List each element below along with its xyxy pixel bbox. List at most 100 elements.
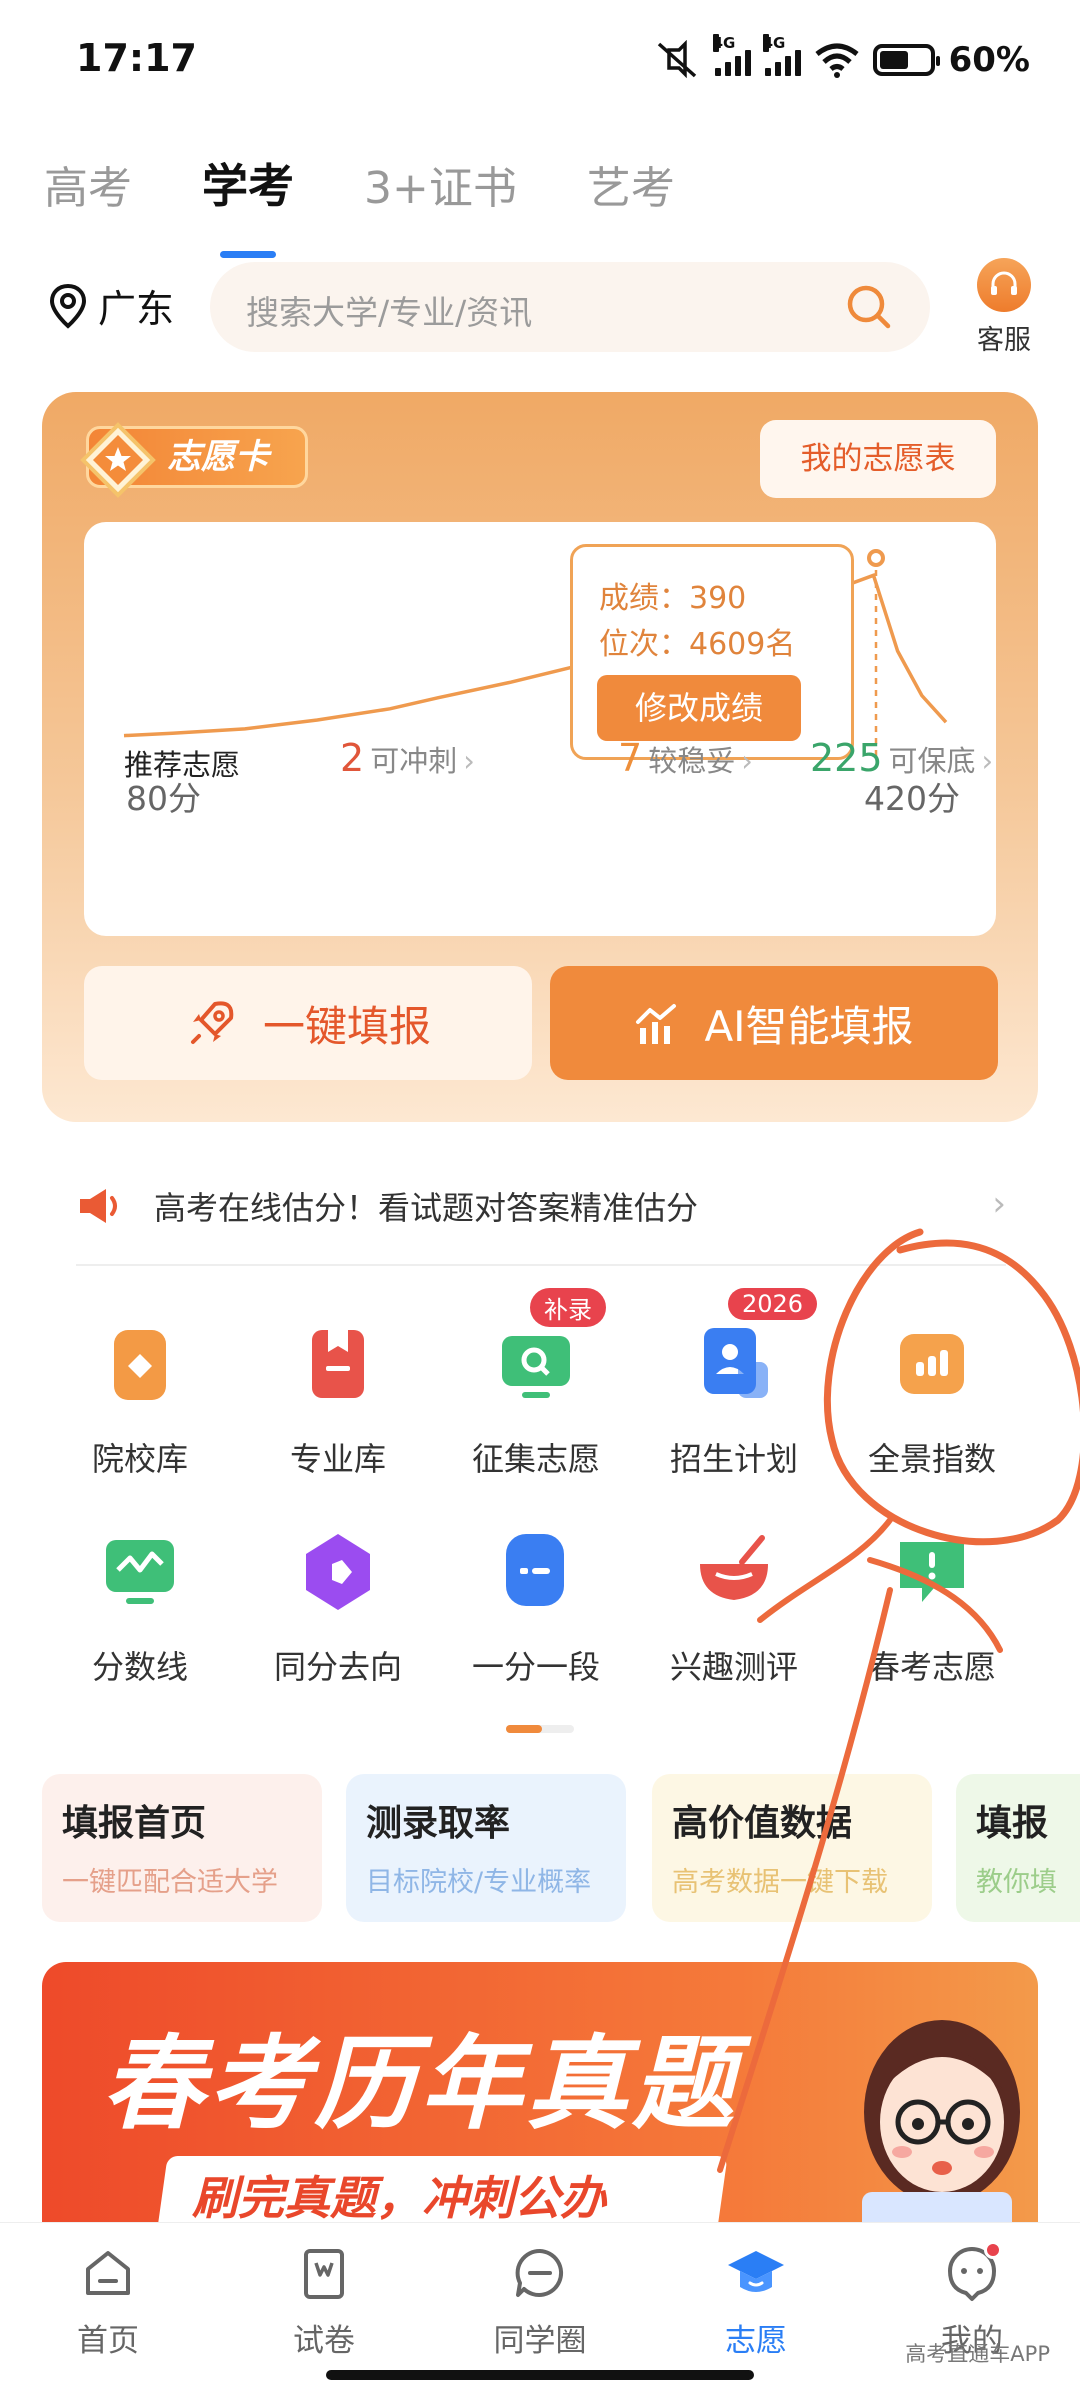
one-click-label: 一键填报 [262, 1001, 431, 1051]
ai-fill-label: AI智能填报 [704, 1001, 914, 1051]
grid-item-8[interactable]: 一分一段 [456, 1524, 616, 1688]
feature-card-title: 测录取率 [366, 1803, 511, 1844]
score-marker-dot [867, 549, 885, 567]
customer-service-button[interactable]: 客服 [966, 258, 1042, 357]
headset-icon [977, 258, 1031, 312]
feature-card-title: 填报 [976, 1803, 1049, 1844]
recommend-title: 推荐志愿 [124, 748, 241, 782]
volunteer-card: 志愿卡 我的志愿表 80分 420分 成绩：390 位次：4609名 修改成绩 … [42, 392, 1038, 1122]
grid-item-2[interactable]: 专业库 [258, 1316, 418, 1480]
status-time: 17:17 [76, 36, 197, 80]
home-indicator[interactable] [326, 2370, 754, 2380]
cube-icon [290, 1524, 386, 1620]
recommend-stable[interactable]: 7 较稳妥 › [618, 736, 753, 780]
search-placeholder: 搜索大学/专业/资讯 [246, 293, 533, 332]
stable-count: 7 [618, 736, 643, 780]
grid-label: 专业库 [289, 1440, 386, 1478]
location-pin-icon [49, 283, 87, 329]
grid-label: 分数线 [91, 1648, 188, 1686]
nav-label: 首页 [77, 2323, 139, 2359]
star-gem-icon [80, 422, 156, 498]
tab-3-certificate[interactable]: 3+证书 [364, 152, 517, 216]
nav-label: 同学圈 [493, 2323, 587, 2359]
tab-yikao[interactable]: 艺考 [587, 152, 675, 216]
rush-count: 2 [340, 736, 365, 780]
top-tabs: 高考 学考 3+证书 艺考 [44, 150, 675, 258]
chevron-right-icon: › [992, 1184, 1006, 1224]
bowl-icon [686, 1524, 782, 1620]
recommend-rush[interactable]: 2 可冲刺 › [340, 736, 475, 780]
feature-card-fill-home[interactable]: 填报首页 一键匹配合适大学 [42, 1774, 322, 1922]
nav-label: 志愿 [725, 2323, 787, 2359]
location-label: 广东 [98, 287, 175, 331]
notification-dot [984, 2241, 1002, 2259]
battery-percent: 60% [948, 40, 1030, 80]
grid-badge: 补录 [530, 1288, 606, 1327]
school-icon [92, 1316, 188, 1412]
grid-label: 同分去向 [273, 1648, 402, 1686]
nav-volunteer[interactable]: 志愿 [676, 2243, 836, 2360]
notice-text: 高考在线估分！看试题对答案精准估分 [154, 1189, 699, 1227]
grid-item-10[interactable]: 春考志愿 [852, 1524, 1012, 1688]
feature-card-subtitle: 目标院校/专业概率 [366, 1867, 592, 1898]
segment-icon [488, 1524, 584, 1620]
status-bar: 17:17 4G 4G 60% [0, 0, 1080, 120]
banner-title: 春考历年真题 [102, 2025, 738, 2144]
rank-text: 位次：4609名 [599, 627, 796, 662]
feature-card-title: 高价值数据 [672, 1803, 853, 1844]
signal-icon-2: 4G [762, 34, 801, 76]
search-icon[interactable] [844, 282, 894, 332]
feature-card-subtitle: 高考数据一键下载 [672, 1867, 888, 1898]
tab-gaokao[interactable]: 高考 [44, 152, 132, 216]
battery-icon [872, 44, 940, 76]
chevron-right-icon: › [741, 744, 753, 778]
feature-card-admission-rate[interactable]: 测录取率 目标院校/专业概率 [346, 1774, 626, 1922]
location-selector[interactable]: 广东 [48, 278, 174, 333]
chat-icon [884, 1524, 980, 1620]
grid-item-9[interactable]: 兴趣测评 [654, 1524, 814, 1688]
ai-fill-button[interactable]: AI智能填报 [550, 966, 998, 1080]
nav-papers[interactable]: 试卷 [244, 2243, 404, 2360]
score-line-icon [92, 1524, 188, 1620]
recommendation-row: 推荐志愿 2 可冲刺 › 7 较稳妥 › 225 可保底 › [84, 732, 996, 792]
grid-item-3[interactable]: 补录 征集志愿 [456, 1288, 616, 1480]
grid-item-1[interactable]: 院校库 [60, 1316, 220, 1480]
safe-count: 225 [810, 736, 883, 780]
banner-subtitle: 刷完真题，冲刺公办 [192, 2171, 606, 2222]
one-click-fill-button[interactable]: 一键填报 [84, 966, 532, 1080]
grid-item-7[interactable]: 同分去向 [258, 1524, 418, 1688]
nav-label: 试卷 [293, 2323, 355, 2359]
feature-card-title: 填报首页 [62, 1803, 207, 1844]
search-input[interactable]: 搜索大学/专业/资讯 [210, 262, 930, 352]
grid-label: 全景指数 [867, 1440, 996, 1478]
paper-icon [304, 2249, 344, 2299]
score-tooltip: 成绩：390 位次：4609名 修改成绩 [570, 544, 854, 760]
grid-label: 院校库 [91, 1440, 188, 1478]
nav-classmates[interactable]: 同学圈 [460, 2243, 620, 2360]
stable-label: 较稳妥 [648, 744, 736, 778]
recommend-safe[interactable]: 225 可保底 › [810, 736, 993, 780]
badge-label: 志愿卡 [167, 437, 269, 477]
person-doc-icon [686, 1316, 782, 1412]
nav-home[interactable]: 首页 [28, 2243, 188, 2360]
mute-vibrate-icon [657, 40, 696, 79]
divider [76, 1264, 1006, 1266]
promo-banner[interactable]: 春考历年真题 刷完真题，冲刺公办 [42, 1962, 1038, 2222]
wifi-icon [815, 43, 859, 78]
my-volunteer-table-button[interactable]: 我的志愿表 [760, 420, 996, 498]
grid-item-6[interactable]: 分数线 [60, 1524, 220, 1688]
tab-xuekao[interactable]: 学考 [202, 150, 294, 258]
bar-chart-icon [884, 1316, 980, 1412]
cartoon-girl-illustration [862, 2020, 1020, 2222]
score-chart-panel: 80分 420分 成绩：390 位次：4609名 修改成绩 [84, 522, 996, 936]
grid-item-4[interactable]: 2026 招生计划 [654, 1288, 818, 1480]
graduation-cap-icon [728, 2251, 784, 2292]
service-label: 客服 [977, 325, 1031, 356]
feature-card-valuable-data[interactable]: 高价值数据 高考数据一键下载 [652, 1774, 932, 1922]
grid-item-5[interactable]: 全景指数 [852, 1316, 1012, 1480]
status-icons: 4G 4G 60% [655, 34, 1030, 82]
rush-label: 可冲刺 [370, 744, 458, 778]
notice-bar[interactable]: 高考在线估分！看试题对答案精准估分 › [76, 1178, 1006, 1234]
feature-card-fill-guide[interactable]: 填报 教你填 [956, 1774, 1080, 1922]
chevron-right-icon: › [981, 744, 994, 778]
